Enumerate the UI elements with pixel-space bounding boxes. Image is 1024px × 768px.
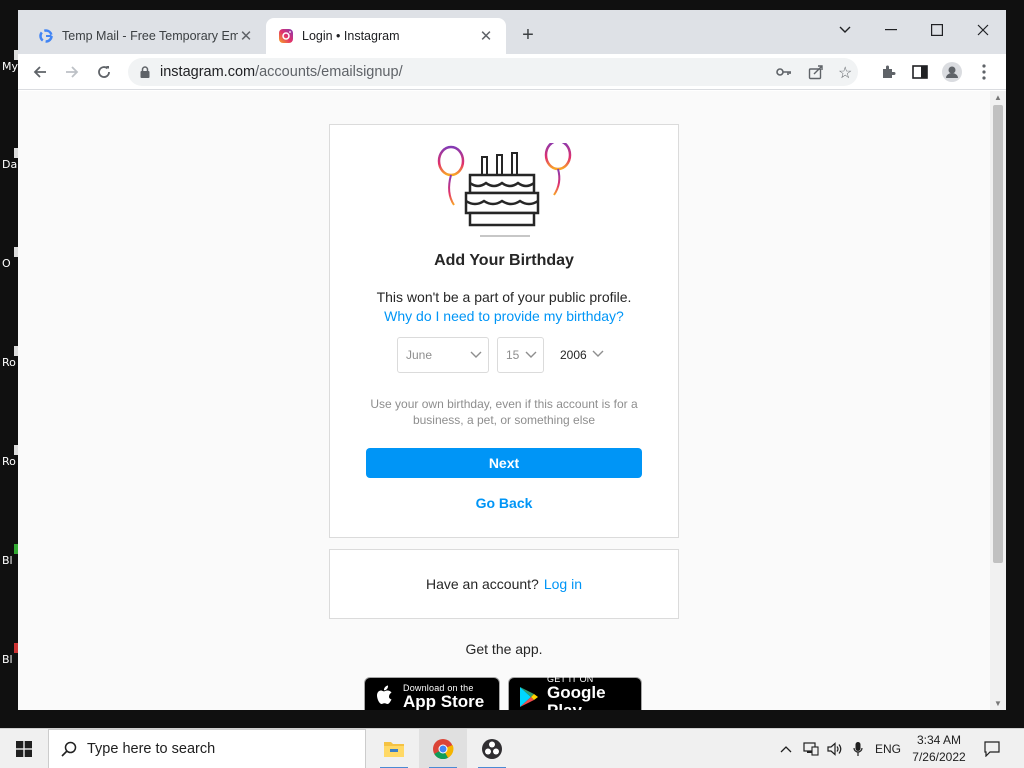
network-icon[interactable] [800,729,822,768]
login-prompt-card: Have an account? Log in [329,549,679,619]
search-icon [61,741,77,757]
tab-title: Temp Mail - Free Temporary Ema [62,29,238,43]
tab-instagram[interactable]: Login • Instagram ✕ [266,18,506,54]
month-select[interactable]: June [397,337,489,373]
year-select[interactable]: 2006 [552,337,610,373]
profile-avatar-icon[interactable] [938,58,966,86]
googleplay-big-text: Google Play [547,683,606,711]
file-explorer-icon[interactable] [370,729,418,768]
month-value: June [406,348,433,362]
taskbar-search-input[interactable]: Type here to search [48,729,366,768]
appstore-big-text: App Store [403,692,485,711]
desktop-label[interactable]: Ro [2,356,16,369]
why-birthday-link[interactable]: Why do I need to provide my birthday? [330,308,678,324]
desktop-label[interactable]: O [2,257,11,270]
birthday-card: Add Your Birthday This won't be a part o… [329,124,679,538]
close-window-icon[interactable] [960,16,1006,44]
forward-icon[interactable] [58,58,86,86]
key-icon[interactable] [776,65,792,79]
chevron-down-icon [525,347,537,366]
close-tab-icon[interactable]: ✕ [238,27,254,45]
day-select[interactable]: 15 [497,337,544,373]
birthday-note: Use your own birthday, even if this acco… [370,397,638,427]
go-back-link[interactable]: Go Back [330,495,678,511]
birthday-cake-icon [434,139,574,243]
address-bar[interactable]: instagram.com/accounts/emailsignup/ ☆ [128,58,858,86]
page-scrollbar[interactable]: ▲ ▼ [990,91,1006,710]
google-play-icon [519,686,539,708]
desktop-label[interactable]: Bl [2,653,13,666]
share-icon[interactable] [808,64,824,80]
microphone-icon[interactable] [848,729,868,768]
clock-date: 7/26/2022 [912,750,966,764]
url-path: /accounts/emailsignup/ [255,64,403,80]
taskbar-clock[interactable]: 3:34 AM 7/26/2022 [906,732,972,766]
desktop-label[interactable]: My [2,60,18,73]
app-store-badge[interactable]: Download on the App Store [364,677,500,710]
taskbar: Type here to search ENG 3:34 AM 7/26/202… [0,728,1024,768]
new-tab-button[interactable]: + [516,24,540,47]
tab-search-icon[interactable] [822,16,868,44]
google-icon [38,28,54,44]
birthday-privacy-text: This won't be a part of your public prof… [376,289,632,305]
scroll-up-icon[interactable]: ▲ [990,93,1006,102]
language-indicator[interactable]: ENG [872,729,904,768]
close-tab-icon[interactable]: ✕ [478,27,494,45]
desktop-label[interactable]: Da [2,158,17,171]
bookmark-star-icon[interactable]: ☆ [838,63,852,83]
chevron-down-icon [470,347,482,366]
page-title: Add Your Birthday [434,252,574,269]
search-placeholder: Type here to search [87,741,216,757]
reload-icon[interactable] [90,58,118,86]
apple-icon [375,685,395,709]
clock-time: 3:34 AM [916,733,962,747]
have-account-text: Have an account? [425,576,539,592]
extensions-icon[interactable] [874,58,902,86]
show-hidden-icons-chevron-icon[interactable] [776,729,796,768]
desktop-label[interactable]: Ro [2,455,16,468]
windows-start-icon[interactable] [0,729,48,768]
browser-toolbar: instagram.com/accounts/emailsignup/ ☆ [18,54,1006,90]
tab-temp-mail[interactable]: Temp Mail - Free Temporary Ema ✕ [26,18,266,54]
day-value: 15 [506,348,520,362]
lock-icon[interactable] [140,66,150,78]
desktop-label[interactable]: Bl [2,554,13,567]
scroll-thumb[interactable] [993,105,1003,563]
chrome-icon[interactable] [419,729,467,768]
next-button[interactable]: Next [366,448,642,478]
url-host: instagram.com [160,64,256,80]
back-icon[interactable] [26,58,54,86]
google-play-badge[interactable]: GET IT ON Google Play [508,674,642,711]
instagram-icon [278,28,294,44]
scroll-down-icon[interactable]: ▼ [990,699,1006,708]
tab-strip: Temp Mail - Free Temporary Ema ✕ Login •… [18,10,1006,54]
volume-icon[interactable] [824,729,846,768]
year-value: 2006 [560,348,587,362]
tab-title: Login • Instagram [302,29,400,43]
minimize-icon[interactable] [868,16,914,44]
side-panel-icon[interactable] [906,58,934,86]
get-app-text: Get the app. [465,641,543,657]
menu-kebab-icon[interactable] [970,58,998,86]
browser-window: Temp Mail - Free Temporary Ema ✕ Login •… [18,10,1006,710]
page-viewport: Add Your Birthday This won't be a part o… [18,91,1006,710]
chevron-down-icon [592,346,604,365]
maximize-icon[interactable] [914,16,960,44]
obs-icon[interactable] [468,729,516,768]
login-link[interactable]: Log in [544,576,582,592]
notification-center-icon[interactable] [978,729,1006,768]
